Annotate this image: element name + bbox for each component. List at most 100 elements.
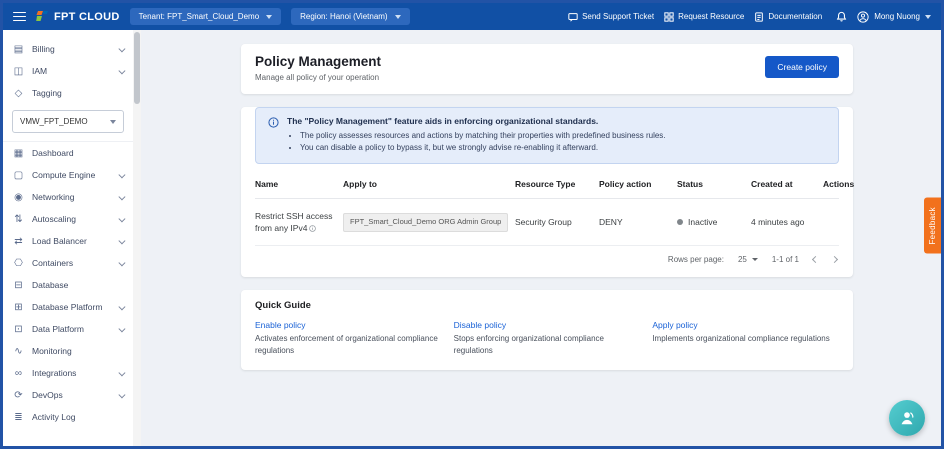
sidebar-item-autoscaling[interactable]: ⇅ Autoscaling bbox=[3, 208, 133, 230]
quick-guide-item: Enable policy Activates enforcement of o… bbox=[255, 320, 442, 355]
rows-per-page-select[interactable]: 25 bbox=[738, 255, 758, 264]
sidebar-item-label: Compute Engine bbox=[32, 170, 95, 180]
feedback-tab[interactable]: Feedback bbox=[924, 198, 941, 254]
quick-guide-card: Quick Guide Enable policy Activates enfo… bbox=[241, 290, 853, 369]
sidebar-item-iam[interactable]: ◫ IAM bbox=[3, 60, 133, 82]
sidebar-item-label: Activity Log bbox=[32, 412, 75, 422]
devops-icon: ⟳ bbox=[13, 390, 24, 401]
sidebar-item-label: Load Balancer bbox=[32, 236, 87, 246]
sidebar-item-label: Database Platform bbox=[32, 302, 102, 312]
user-menu[interactable]: Mong Nuong bbox=[857, 11, 931, 23]
networking-icon: ◉ bbox=[13, 192, 24, 203]
pagination: Rows per page: 25 1-1 of 1 bbox=[241, 246, 853, 273]
disable-policy-link[interactable]: Disable policy bbox=[454, 320, 641, 330]
monitoring-icon: ∿ bbox=[13, 346, 24, 357]
sidebar-item-load-balancer[interactable]: ⇄ Load Balancer bbox=[3, 230, 133, 252]
chevron-down-icon bbox=[118, 215, 124, 221]
send-support-ticket-link[interactable]: Send Support Ticket bbox=[568, 12, 654, 22]
sidebar-item-data-platform[interactable]: ⊡ Data Platform bbox=[3, 318, 133, 340]
compute-engine-icon: ▢ bbox=[13, 170, 24, 181]
next-page-icon[interactable] bbox=[831, 256, 838, 263]
project-selector[interactable]: VMW_FPT_DEMO bbox=[12, 110, 124, 133]
project-selector-value: VMW_FPT_DEMO bbox=[20, 117, 88, 126]
sidebar-item-label: Dashboard bbox=[32, 148, 74, 158]
request-resource-link[interactable]: Request Resource bbox=[664, 12, 744, 22]
tenant-label: Tenant: FPT_Smart_Cloud_Demo bbox=[139, 12, 260, 21]
notifications-button[interactable] bbox=[836, 11, 847, 22]
chevron-down-icon bbox=[395, 15, 401, 19]
sidebar-item-networking[interactable]: ◉ Networking bbox=[3, 186, 133, 208]
sidebar-item-integrations[interactable]: ∞ Integrations bbox=[3, 362, 133, 384]
chevron-down-icon bbox=[118, 391, 124, 397]
sidebar-item-containers[interactable]: ⎔ Containers bbox=[3, 252, 133, 274]
previous-page-icon[interactable] bbox=[812, 256, 819, 263]
sidebar-item-activity-log[interactable]: ≣ Activity Log bbox=[3, 406, 133, 428]
column-header-apply-to: Apply to bbox=[343, 168, 515, 198]
sidebar-item-billing[interactable]: ▤ Billing bbox=[3, 38, 133, 60]
create-policy-button[interactable]: Create policy bbox=[765, 56, 839, 78]
apply-to-chip: FPT_Smart_Cloud_Demo ORG Admin Group bbox=[343, 213, 508, 232]
sidebar-item-devops[interactable]: ⟳ DevOps bbox=[3, 384, 133, 406]
disable-policy-desc: Stops enforcing organizational complianc… bbox=[454, 333, 641, 355]
sidebar-item-tagging[interactable]: ◇ Tagging bbox=[3, 82, 133, 104]
apply-policy-desc: Implements organizational compliance reg… bbox=[652, 333, 839, 344]
sidebar-item-label: Data Platform bbox=[32, 324, 84, 334]
sidebar-item-label: Billing bbox=[32, 44, 55, 54]
region-selector[interactable]: Region: Hanoi (Vietnam) bbox=[291, 8, 409, 25]
tenant-selector[interactable]: Tenant: FPT_Smart_Cloud_Demo bbox=[130, 8, 282, 25]
document-icon bbox=[754, 12, 764, 22]
banner-title: The "Policy Management" feature aids in … bbox=[287, 116, 666, 126]
apply-policy-link[interactable]: Apply policy bbox=[652, 320, 839, 330]
sidebar-item-label: Autoscaling bbox=[32, 214, 76, 224]
data-platform-icon: ⊡ bbox=[13, 324, 24, 335]
chevron-down-icon bbox=[118, 259, 124, 265]
hamburger-menu-icon[interactable] bbox=[13, 12, 26, 22]
sidebar-item-compute-engine[interactable]: ▢ Compute Engine bbox=[3, 164, 133, 186]
table-row[interactable]: Restrict SSH access from any IPv4 FPT_Sm… bbox=[255, 199, 839, 247]
region-label: Region: Hanoi (Vietnam) bbox=[300, 12, 387, 21]
chevron-down-icon bbox=[118, 171, 124, 177]
page-range: 1-1 of 1 bbox=[772, 255, 799, 264]
banner-bullet: The policy assesses resources and action… bbox=[300, 130, 666, 142]
documentation-label: Documentation bbox=[768, 12, 822, 21]
sidebar-item-database[interactable]: ⊟ Database bbox=[3, 274, 133, 296]
fpt-logo-icon bbox=[36, 11, 49, 22]
sidebar-item-label: Integrations bbox=[32, 368, 76, 378]
status-dot-icon bbox=[677, 219, 683, 225]
info-icon[interactable] bbox=[309, 225, 316, 232]
app-window: FPT CLOUD Tenant: FPT_Smart_Cloud_Demo R… bbox=[0, 0, 944, 449]
sidebar-item-label: IAM bbox=[32, 66, 47, 76]
assistant-icon bbox=[897, 408, 917, 428]
info-icon bbox=[268, 117, 279, 128]
sidebar-item-database-platform[interactable]: ⊞ Database Platform bbox=[3, 296, 133, 318]
apply-to-cell: FPT_Smart_Cloud_Demo ORG Admin Group bbox=[343, 202, 515, 243]
chevron-down-icon bbox=[925, 15, 931, 19]
documentation-link[interactable]: Documentation bbox=[754, 12, 822, 22]
column-header-name: Name bbox=[255, 168, 343, 198]
enable-policy-link[interactable]: Enable policy bbox=[255, 320, 442, 330]
quick-guide-item: Apply policy Implements organizational c… bbox=[652, 320, 839, 355]
column-header-created-at: Created at bbox=[751, 168, 823, 198]
chevron-down-icon bbox=[118, 237, 124, 243]
database-platform-icon: ⊞ bbox=[13, 302, 24, 313]
sidebar-item-dashboard[interactable]: ▦ Dashboard bbox=[3, 142, 133, 164]
sidebar-item-label: Tagging bbox=[32, 88, 62, 98]
created-at-cell: 4 minutes ago bbox=[751, 205, 823, 239]
actions-cell bbox=[823, 211, 839, 233]
sidebar-item-monitoring[interactable]: ∿ Monitoring bbox=[3, 340, 133, 362]
rows-per-page-label: Rows per page: bbox=[668, 255, 724, 264]
info-banner: The "Policy Management" feature aids in … bbox=[255, 107, 839, 164]
chat-assistant-button[interactable] bbox=[889, 400, 925, 436]
resource-grid-icon bbox=[664, 12, 674, 22]
scrollbar-thumb[interactable] bbox=[134, 32, 140, 104]
column-header-status: Status bbox=[677, 168, 751, 198]
main-content: Policy Management Manage all policy of y… bbox=[141, 30, 941, 446]
quick-guide-title: Quick Guide bbox=[255, 300, 839, 311]
sidebar-item-label: Containers bbox=[32, 258, 73, 268]
column-header-actions: Actions bbox=[823, 168, 839, 198]
send-support-ticket-label: Send Support Ticket bbox=[582, 12, 654, 21]
dashboard-icon: ▦ bbox=[13, 148, 24, 159]
sidebar-scrollbar[interactable] bbox=[133, 30, 141, 446]
brand-logo[interactable]: FPT CLOUD bbox=[36, 11, 120, 23]
sidebar: ▤ Billing ◫ IAM ◇ Tagging VMW_FPT_DEMO bbox=[3, 30, 133, 446]
